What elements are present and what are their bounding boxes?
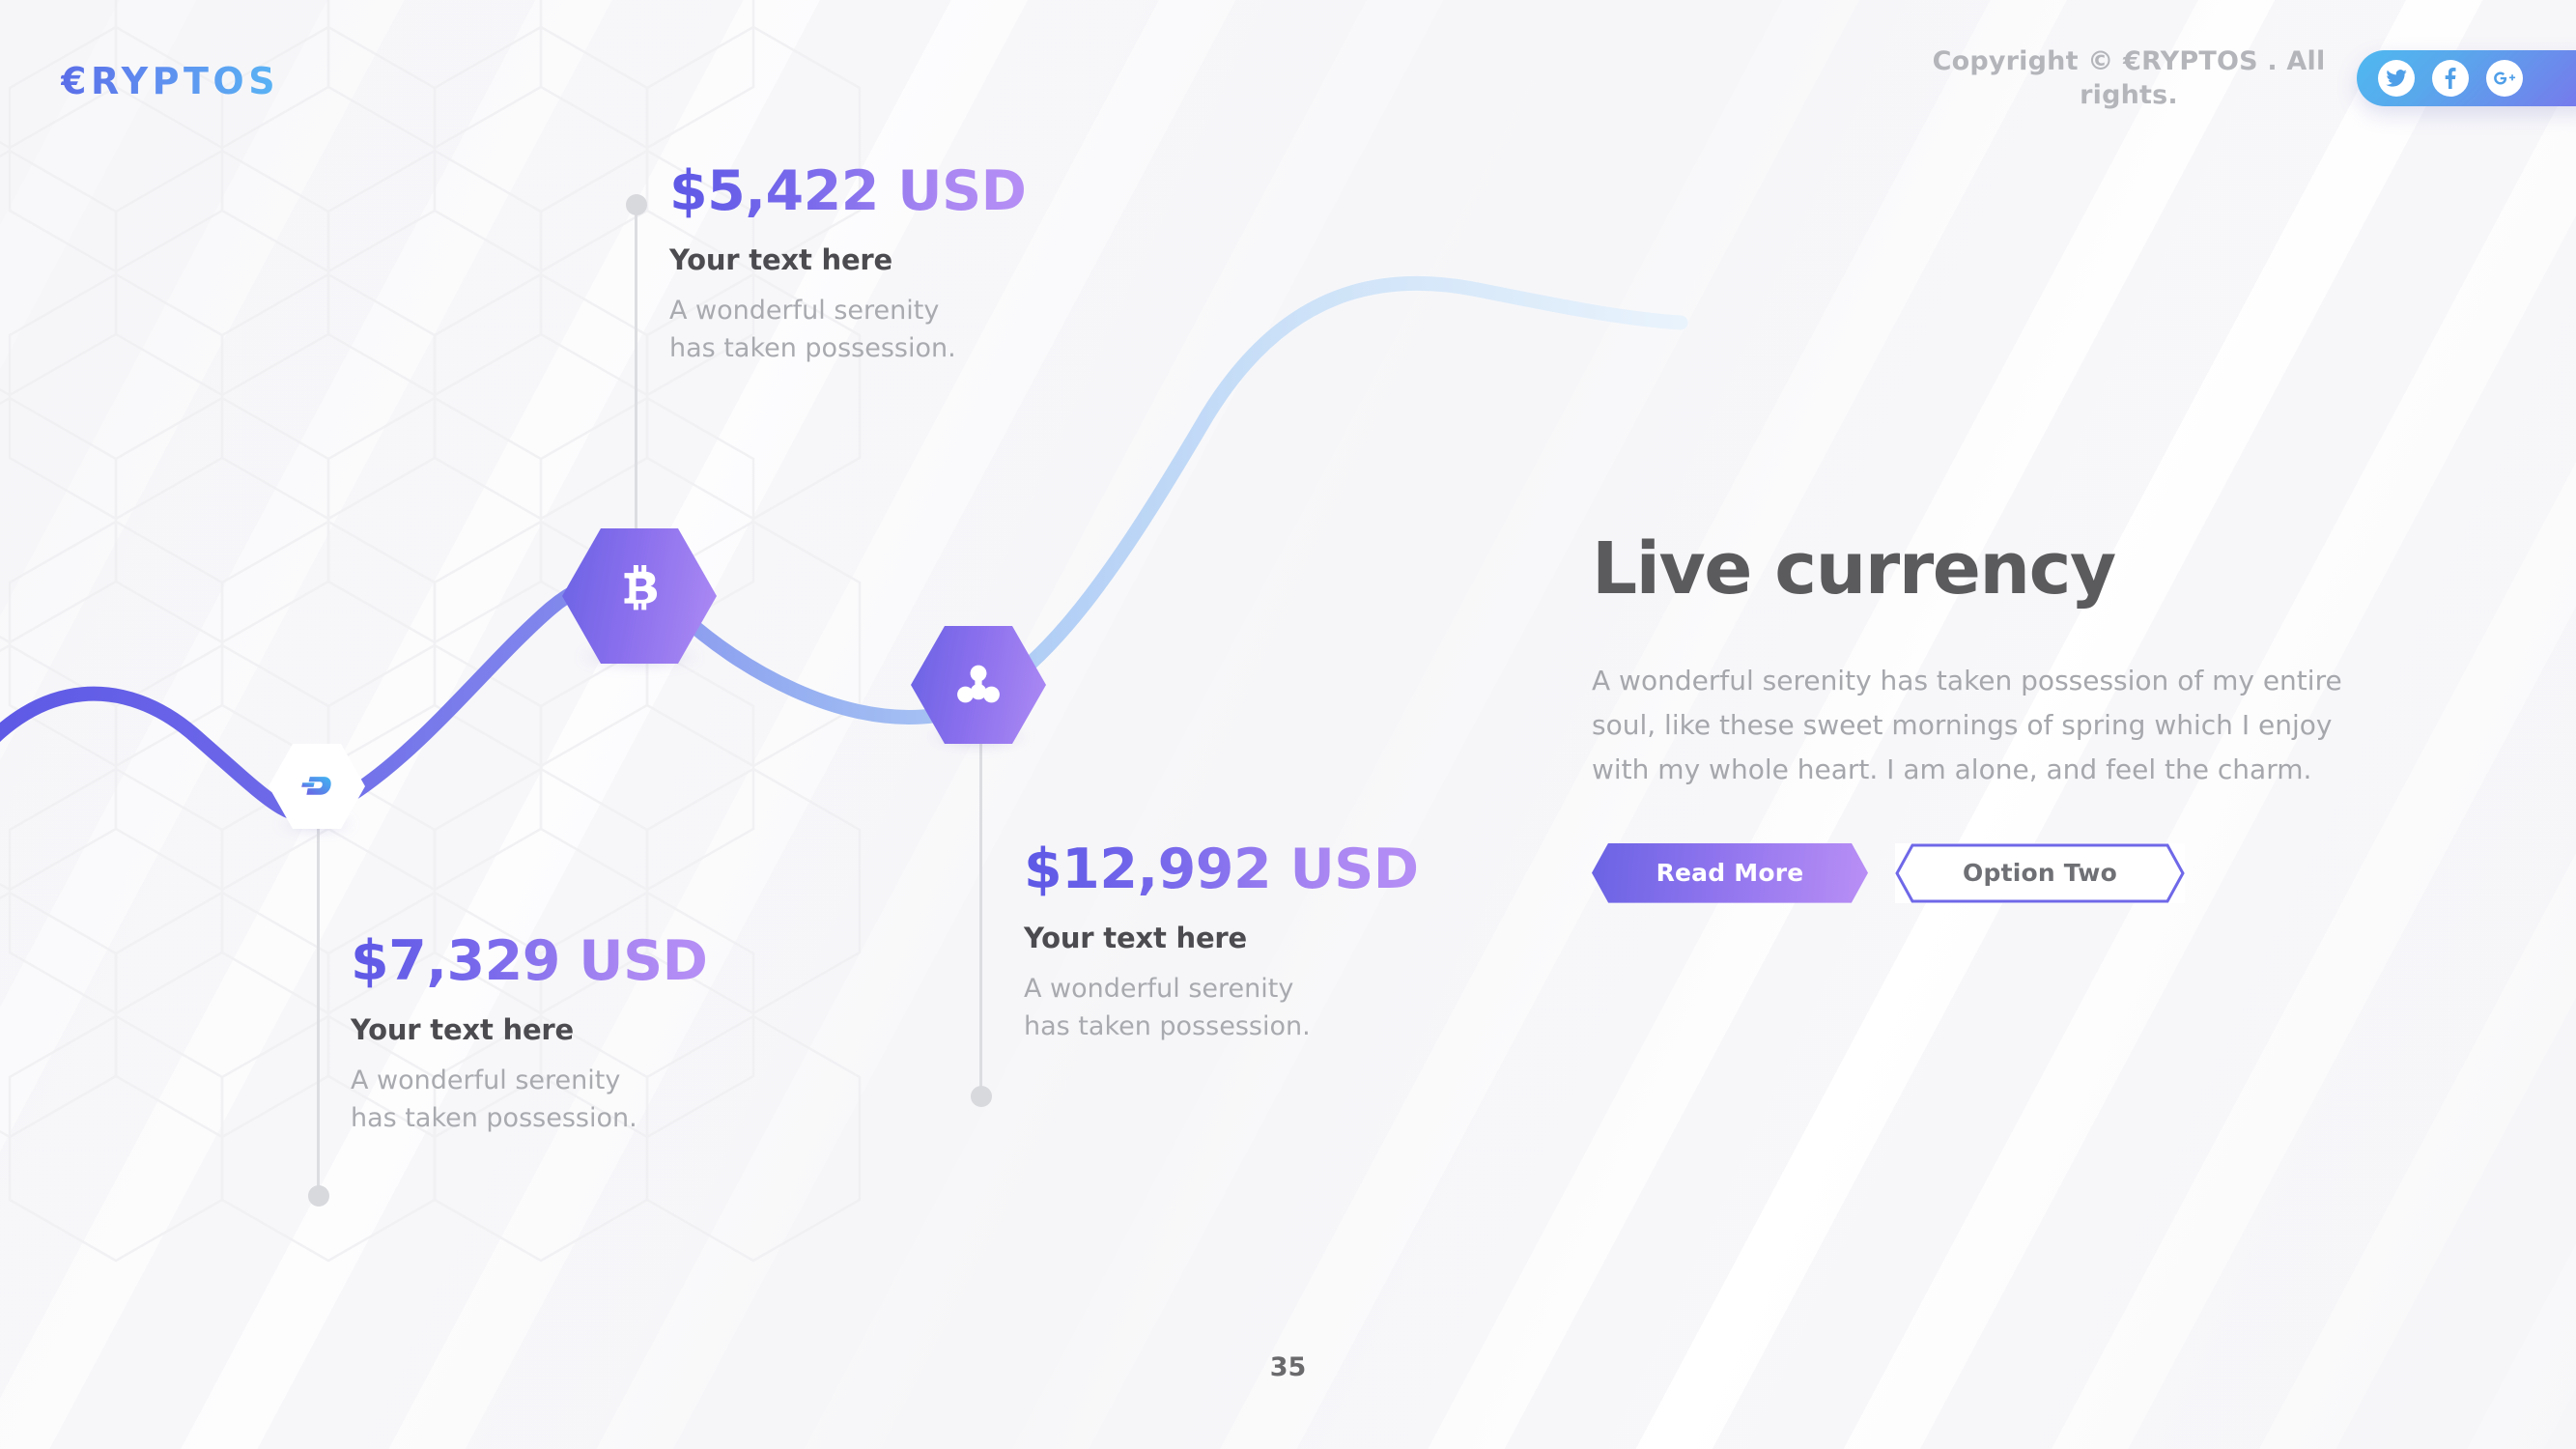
stat-price: $7,329 USD: [351, 929, 708, 993]
live-currency-panel: Live currency A wonderful serenity has t…: [1592, 533, 2393, 903]
stat-block-ripple: $12,992 USD Your text here A wonderful s…: [1024, 838, 1419, 1045]
panel-action-row: Read More Option Two: [1592, 842, 2393, 903]
connector-dot: [970, 1086, 992, 1107]
stat-block-dash: $7,329 USD Your text here A wonderful se…: [351, 929, 708, 1137]
facebook-icon[interactable]: [2432, 60, 2469, 97]
stat-description: A wonderful serenity has taken possessio…: [351, 1065, 637, 1133]
coin-marker-body: [562, 528, 717, 664]
stat-price: $5,422 USD: [669, 159, 1027, 223]
option-two-label: Option Two: [1963, 859, 2117, 888]
stat-title: Your text here: [1024, 921, 1247, 954]
connector-line-ripple: [970, 720, 992, 1107]
twitter-icon[interactable]: [2378, 60, 2415, 97]
coin-marker-bitcoin[interactable]: [562, 528, 717, 669]
stat-description: A wonderful serenity has taken possessio…: [1024, 973, 1311, 1041]
connector-dot: [307, 1185, 329, 1207]
connector-line-bitcoin: [625, 194, 647, 538]
page-title: Live currency: [1592, 527, 2116, 611]
option-two-button[interactable]: Option Two: [1895, 842, 2185, 903]
stat-description: A wonderful serenity has taken possessio…: [669, 295, 956, 363]
connector-dot: [625, 194, 647, 215]
coin-marker-dash[interactable]: [269, 744, 365, 833]
googleplus-icon[interactable]: [2486, 60, 2523, 97]
coin-marker-ripple[interactable]: [911, 626, 1046, 750]
stat-price: $12,992 USD: [1024, 838, 1419, 901]
read-more-button[interactable]: Read More: [1592, 842, 1868, 903]
stat-title: Your text here: [669, 242, 892, 276]
dash-icon: [301, 776, 331, 795]
panel-description: A wonderful serenity has taken possessio…: [1592, 665, 2342, 786]
page-number: 35: [1269, 1352, 1307, 1382]
copyright-text: Copyright © €RYPTOS . All rights.: [1932, 46, 2326, 111]
connector-line-dash: [307, 810, 329, 1207]
brand-logo[interactable]: €RYPTOS: [61, 60, 279, 102]
ripple-icon: [957, 665, 1000, 703]
stat-block-bitcoin: $5,422 USD Your text here A wonderful se…: [669, 159, 1027, 367]
bitcoin-icon: [624, 565, 658, 611]
social-links-bar: [2357, 50, 2576, 106]
read-more-label: Read More: [1656, 859, 1804, 888]
stat-title: Your text here: [351, 1012, 574, 1046]
